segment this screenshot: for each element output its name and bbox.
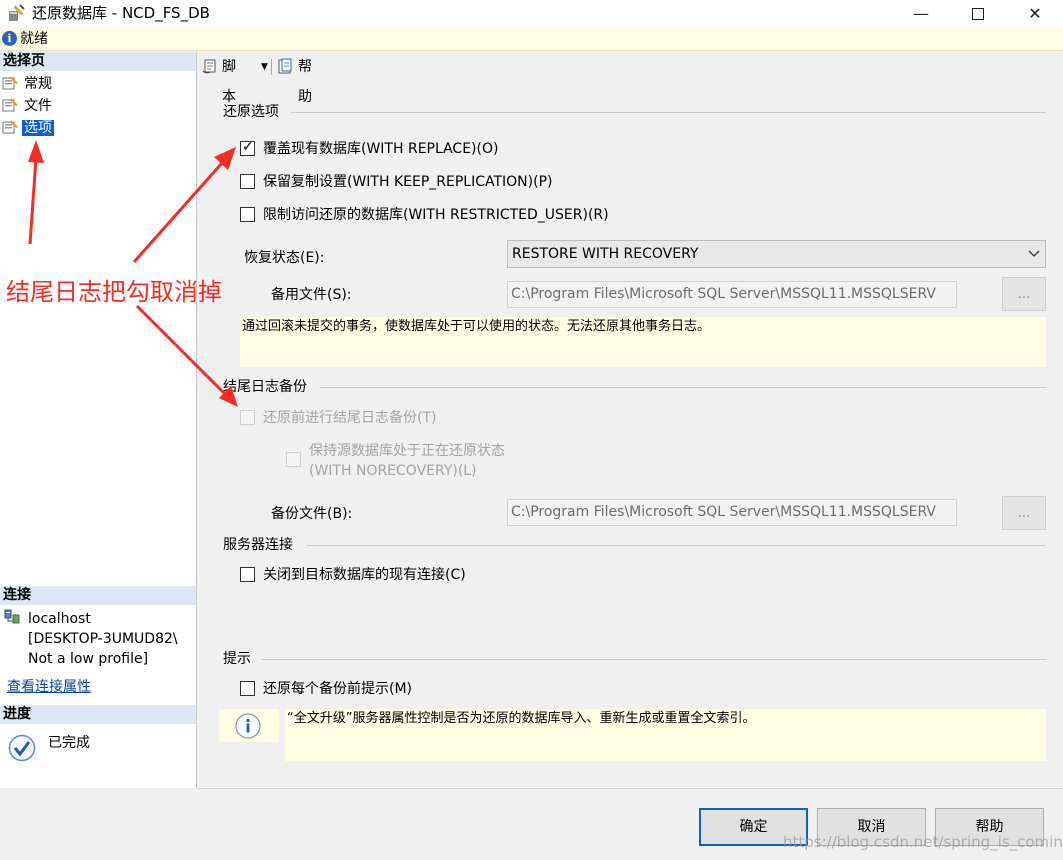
close-connections-label: 关闭到目标数据库的现有连接(C) xyxy=(263,567,466,583)
server-connection-icon xyxy=(4,609,20,624)
group-divider xyxy=(291,112,1046,113)
group-divider xyxy=(320,387,1046,388)
restore-options-title: 还原选项 xyxy=(223,104,279,120)
group-divider xyxy=(261,659,1046,660)
recovery-state-select[interactable]: RESTORE WITH RECOVERY xyxy=(507,240,1046,268)
tail-log-title: 结尾日志备份 xyxy=(223,379,307,395)
window-title: 还原数据库 - NCD_FS_DB xyxy=(32,4,210,22)
annotation-text: 结尾日志把勾取消掉 xyxy=(6,278,222,306)
title-bar: 还原数据库 - NCD_FS_DB — ✕ xyxy=(0,0,1063,27)
close-button[interactable]: ✕ xyxy=(1012,0,1058,27)
prompt-title: 提示 xyxy=(223,651,251,667)
tail-log-backup-checkbox[interactable]: 还原前进行结尾日志备份(T) xyxy=(240,409,460,427)
recovery-description: 通过回滚未提交的事务，使数据库处于可以使用的状态。无法还原其他事务日志。 xyxy=(240,317,1046,367)
toolbar: 脚本 ▼ 帮助 xyxy=(198,52,1063,105)
server-connection-title: 服务器连接 xyxy=(223,537,293,553)
backup-browse-button[interactable]: ... xyxy=(1002,496,1046,530)
standby-browse-button[interactable]: ... xyxy=(1002,277,1046,311)
help-icon xyxy=(278,58,292,74)
backup-file-label: 备份文件(B): xyxy=(271,506,353,522)
checkbox-box xyxy=(240,681,255,696)
script-icon xyxy=(202,59,216,74)
restricted-user-checkbox[interactable]: 限制访问还原的数据库(WITH RESTRICTED_USER)(R) xyxy=(240,206,640,224)
maximize-button[interactable] xyxy=(955,0,1001,27)
chevron-down-icon xyxy=(1028,250,1040,257)
restricted-user-label: 限制访问还原的数据库(WITH RESTRICTED_USER)(R) xyxy=(263,207,609,223)
minimize-button[interactable]: — xyxy=(898,0,944,27)
connection-server: localhost xyxy=(28,611,91,627)
left-panel: 选择页 常规 文件 选项 连接 localhost [DESKTOP-3UMUD… xyxy=(0,52,197,788)
checkbox-box xyxy=(240,567,255,582)
close-connections-checkbox[interactable]: 关闭到目标数据库的现有连接(C) xyxy=(240,566,500,584)
page-item-files[interactable]: 文件 xyxy=(2,96,54,116)
keep-replication-label: 保留复制设置(WITH KEEP_REPLICATION)(P) xyxy=(263,174,553,190)
checkbox-box xyxy=(240,174,255,189)
progress-header: 进度 xyxy=(0,705,196,724)
minimize-icon: — xyxy=(913,4,929,23)
checkbox-box: ✓ xyxy=(240,139,255,156)
recovery-state-value: RESTORE WITH RECOVERY xyxy=(512,246,699,262)
arrowhead-icon xyxy=(214,147,236,170)
view-connection-properties-link[interactable]: 查看连接属性 xyxy=(7,677,91,697)
help-label: 帮助 xyxy=(298,59,312,105)
status-strip: i 就绪 xyxy=(0,27,1063,51)
group-divider xyxy=(306,545,1046,546)
maximize-icon xyxy=(972,8,984,20)
fulltext-upgrade-note: “全文升级”服务器属性控制是否为还原的数据库导入、重新生成或重置全文索引。 xyxy=(285,709,1046,761)
bottom-divider xyxy=(198,788,1063,789)
norecovery-label-line2: (WITH NORECOVERY)(L) xyxy=(309,463,477,479)
tail-log-backup-label: 还原前进行结尾日志备份(T) xyxy=(263,410,437,426)
progress-status: 已完成 xyxy=(48,735,90,751)
close-icon: ✕ xyxy=(1028,4,1042,23)
norecovery-checkbox[interactable]: 保持源数据库处于正在还原状态 (WITH NORECOVERY)(L) xyxy=(286,442,526,482)
standby-file-label: 备用文件(S): xyxy=(271,287,352,303)
dropdown-arrow-icon: ▼ xyxy=(261,62,268,72)
prompt-each-backup-label: 还原每个备份前提示(M) xyxy=(263,681,413,697)
connection-user: Not a low profile] xyxy=(28,651,149,667)
checkmark-icon: ✓ xyxy=(242,139,254,155)
info-icon-box xyxy=(219,709,279,742)
info-icon: i xyxy=(2,31,17,46)
info-icon xyxy=(235,713,261,739)
page-settings-icon xyxy=(2,120,18,134)
backup-file-field[interactable]: C:\Program Files\Microsoft SQL Server\MS… xyxy=(507,499,957,526)
page-settings-icon xyxy=(2,76,18,90)
recovery-state-label: 恢复状态(E): xyxy=(244,250,325,266)
connection-host: [DESKTOP-3UMUD82\ xyxy=(28,631,178,647)
checkbox-box xyxy=(286,452,301,467)
page-item-options[interactable]: 选项 xyxy=(2,118,54,138)
checkbox-box xyxy=(240,207,255,222)
connection-header: 连接 xyxy=(0,586,196,605)
keep-replication-checkbox[interactable]: 保留复制设置(WITH KEEP_REPLICATION)(P) xyxy=(240,173,580,191)
toolbar-separator xyxy=(271,59,272,75)
watermark: https://blog.csdn.net/spring_is_coming xyxy=(783,833,1063,851)
status-text: 就绪 xyxy=(20,31,48,47)
standby-file-field[interactable]: C:\Program Files\Microsoft SQL Server\MS… xyxy=(507,281,957,308)
with-replace-checkbox[interactable]: ✓ 覆盖现有数据库(WITH REPLACE)(O) xyxy=(240,139,530,158)
norecovery-label-line1: 保持源数据库处于正在还原状态 xyxy=(309,443,505,459)
select-page-header: 选择页 xyxy=(0,52,196,71)
page-settings-icon xyxy=(2,98,18,112)
with-replace-label: 覆盖现有数据库(WITH REPLACE)(O) xyxy=(263,141,499,157)
page-item-general[interactable]: 常规 xyxy=(2,74,54,94)
checkbox-box xyxy=(240,410,255,425)
prompt-each-backup-checkbox[interactable]: 还原每个备份前提示(M) xyxy=(240,680,440,698)
progress-done-icon xyxy=(8,734,36,762)
restore-database-icon xyxy=(9,4,25,21)
